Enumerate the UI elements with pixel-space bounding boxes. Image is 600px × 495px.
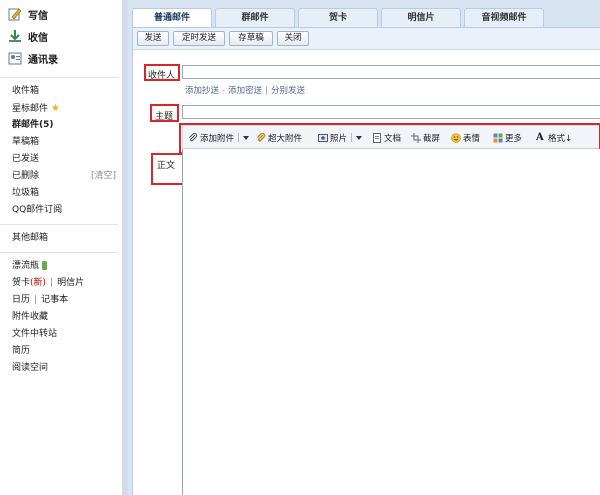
receive-button[interactable]: 收信	[0, 25, 122, 47]
sidebar-item-inbox[interactable]: 收件箱	[0, 83, 122, 100]
divider	[0, 77, 118, 78]
sidebar-item-starred[interactable]: 星标邮件 ★	[0, 100, 122, 117]
subscriptions-label: QQ邮件订阅	[12, 205, 63, 215]
sidebar-item-group-mail[interactable]: 群邮件(5)	[0, 117, 122, 134]
sidebar-item-drift-bottle[interactable]: 漂流瓶	[0, 258, 122, 275]
sidebar-item-spam[interactable]: 垃圾箱	[0, 185, 122, 202]
tab-normal-mail[interactable]: 普通邮件	[132, 8, 212, 28]
other-mailboxes-label: 其他邮箱	[12, 233, 49, 243]
subject-input[interactable]	[182, 105, 600, 119]
pipe-divider: |	[34, 295, 38, 305]
cc-links: 添加抄送 - 添加密送 | 分别发送	[185, 84, 305, 96]
sidebar-item-drafts[interactable]: 草稿箱	[0, 134, 122, 151]
postcards-link[interactable]: 明信片	[57, 278, 84, 288]
attachments-label: 附件收藏	[12, 312, 49, 322]
calendar-link[interactable]: 日历	[12, 295, 30, 305]
compose-label: 写信	[28, 10, 48, 22]
deleted-label: 已删除	[12, 171, 40, 181]
to-input[interactable]	[182, 65, 600, 79]
compose-panel: 发送 定时发送 存草稿 关闭 收件人 添加抄送 - 添加密送 | 分别发送 主题 添加附…	[132, 27, 600, 495]
divider	[0, 224, 118, 225]
pencil-icon	[8, 7, 22, 21]
reading-label: 阅读空间	[12, 363, 49, 373]
sidebar-item-calendar: 日历 | 记事本	[0, 292, 122, 309]
sidebar-item-subscriptions[interactable]: QQ邮件订阅	[0, 202, 122, 219]
save-draft-button[interactable]: 存草稿	[229, 31, 273, 46]
send-button[interactable]: 发送	[137, 31, 169, 46]
close-button[interactable]: 关闭	[277, 31, 309, 46]
drift-bottle-label: 漂流瓶	[12, 261, 40, 271]
separate-send-link[interactable]: 分别发送	[271, 86, 305, 96]
inbox-label: 收件箱	[12, 86, 40, 96]
resume-label: 简历	[12, 346, 31, 356]
scheduled-send-button[interactable]: 定时发送	[173, 31, 225, 46]
compose-button[interactable]: 写信	[0, 3, 122, 25]
cards-link[interactable]: 贺卡	[12, 278, 30, 288]
tab-postcard[interactable]: 明信片	[381, 8, 461, 27]
spam-label: 垃圾箱	[12, 188, 40, 198]
bottle-icon	[42, 261, 48, 270]
empty-trash-link[interactable]: [清空]	[91, 168, 116, 185]
starred-label: 星标邮件	[12, 104, 49, 114]
notepad-link[interactable]: 记事本	[41, 295, 68, 305]
compose-toolbar: 发送 定时发送 存草稿 关闭	[133, 28, 600, 50]
dash-separator: -	[222, 86, 226, 96]
tab-av-mail[interactable]: 音视频邮件	[464, 8, 544, 27]
compose-area: 普通邮件 群邮件 贺卡 明信片 音视频邮件 发送 定时发送 存草稿 关闭 收件人…	[128, 0, 600, 495]
sidebar-item-file-transfer[interactable]: 文件中转站	[0, 326, 122, 343]
tab-greeting-card[interactable]: 贺卡	[298, 8, 378, 27]
mail-type-tabs: 普通邮件 群邮件 贺卡 明信片 音视频邮件	[132, 8, 544, 28]
subject-label-highlight	[150, 104, 179, 122]
star-icon: ★	[50, 103, 60, 114]
contacts-label: 通讯录	[28, 54, 58, 66]
file-transfer-label: 文件中转站	[12, 329, 58, 339]
tab-group-mail[interactable]: 群邮件	[215, 8, 295, 27]
sent-label: 已发送	[12, 154, 40, 164]
body-editor[interactable]	[182, 149, 600, 495]
to-label-highlight	[144, 64, 180, 81]
sidebar-item-resume[interactable]: 简历	[0, 343, 122, 360]
sidebar-item-cards: 贺卡(新) | 明信片	[0, 275, 122, 292]
new-badge: (新)	[30, 278, 47, 288]
download-icon	[8, 29, 22, 43]
add-bcc-link[interactable]: 添加密送	[228, 86, 262, 96]
receive-label: 收信	[28, 32, 48, 44]
sidebar: 写信 收信 通讯录 收件箱 星标邮件 ★ 群邮件(5) 草稿箱 已发送 已删除 […	[0, 0, 122, 495]
sidebar-item-attachments[interactable]: 附件收藏	[0, 309, 122, 326]
contacts-button[interactable]: 通讯录	[0, 47, 122, 69]
sidebar-item-reading[interactable]: 阅读空间	[0, 360, 122, 377]
divider	[0, 252, 118, 253]
pipe-separator: |	[265, 86, 268, 96]
pipe-divider: |	[50, 278, 54, 288]
sidebar-item-deleted[interactable]: 已删除 [清空]	[0, 168, 122, 185]
sidebar-item-other-mailboxes[interactable]: 其他邮箱	[0, 230, 122, 247]
contacts-icon	[8, 51, 22, 65]
drafts-label: 草稿箱	[12, 137, 40, 147]
add-cc-link[interactable]: 添加抄送	[185, 86, 219, 96]
sidebar-item-sent[interactable]: 已发送	[0, 151, 122, 168]
group-mail-label: 群邮件(5)	[12, 120, 54, 130]
